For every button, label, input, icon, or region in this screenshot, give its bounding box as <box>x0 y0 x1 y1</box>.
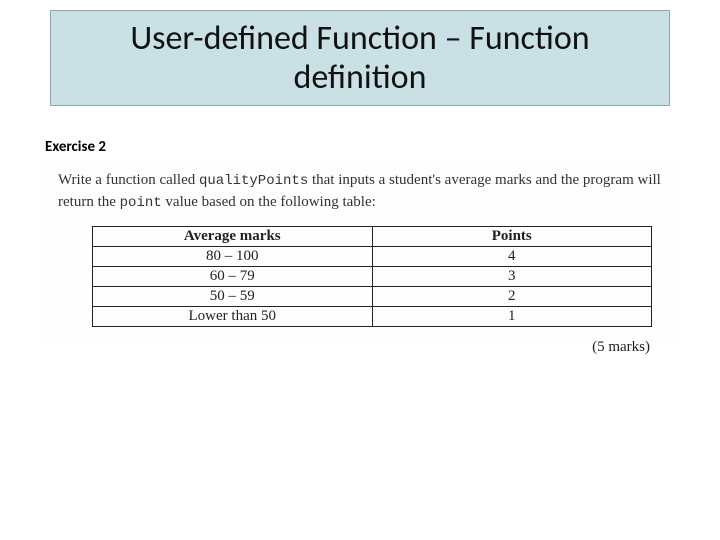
table-header-row: Average marks Points <box>93 226 652 246</box>
cell-marks: 60 – 79 <box>93 266 373 286</box>
cell-points: 2 <box>372 286 652 306</box>
table-row: 80 – 100 4 <box>93 246 652 266</box>
col-header-marks: Average marks <box>93 226 373 246</box>
table-row: Lower than 50 1 <box>93 306 652 326</box>
col-header-points: Points <box>372 226 652 246</box>
exercise-prompt: Write a function called qualityPoints th… <box>40 162 680 218</box>
cell-points: 3 <box>372 266 652 286</box>
page-title: User-defined Function – Function definit… <box>51 19 669 97</box>
code-identifier-2: point <box>120 195 162 211</box>
prompt-text-post: value based on the following table: <box>162 194 376 210</box>
code-identifier-1: qualityPoints <box>199 173 308 189</box>
title-band: User-defined Function – Function definit… <box>50 10 670 106</box>
grades-table: Average marks Points 80 – 100 4 60 – 79 … <box>92 226 652 327</box>
prompt-text-pre: Write a function called <box>58 172 199 188</box>
marks-note: (5 marks) <box>40 327 680 356</box>
slide: User-defined Function – Function definit… <box>0 0 720 540</box>
table-row: 50 – 59 2 <box>93 286 652 306</box>
exercise-scan: Write a function called qualityPoints th… <box>40 162 680 342</box>
cell-points: 1 <box>372 306 652 326</box>
exercise-label: Exercise 2 <box>45 138 106 156</box>
cell-marks: 50 – 59 <box>93 286 373 306</box>
cell-marks: Lower than 50 <box>93 306 373 326</box>
cell-points: 4 <box>372 246 652 266</box>
table-row: 60 – 79 3 <box>93 266 652 286</box>
cell-marks: 80 – 100 <box>93 246 373 266</box>
grades-table-wrap: Average marks Points 80 – 100 4 60 – 79 … <box>40 218 680 327</box>
